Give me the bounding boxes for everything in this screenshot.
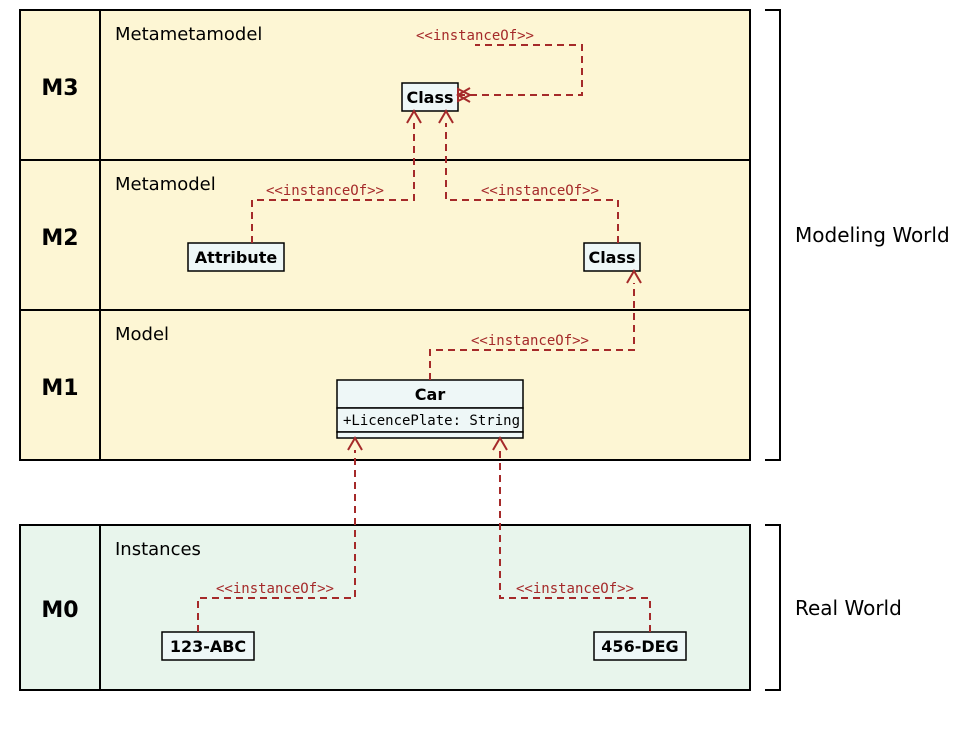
- stereo-m3-self: <<instanceOf>>: [416, 28, 534, 44]
- stereo-car: <<instanceOf>>: [471, 333, 589, 349]
- bracket-real: [765, 525, 780, 690]
- bracket-modeling: [765, 10, 780, 460]
- stereo-inst2: <<instanceOf>>: [516, 581, 634, 597]
- m2-attribute-box: Attribute: [188, 243, 284, 271]
- diagram-root: M3 Metametamodel Class <<instanceOf>> M2…: [0, 0, 954, 729]
- m0-instance-2-label: 456-DEG: [601, 637, 678, 656]
- layer-m1-title: Model: [115, 324, 169, 345]
- label-modeling-world: Modeling World: [795, 223, 950, 247]
- stereo-inst1: <<instanceOf>>: [216, 581, 334, 597]
- m2-class-box: Class: [584, 243, 640, 271]
- layer-m0-id: M0: [41, 598, 78, 623]
- layer-m1-id: M1: [41, 376, 78, 401]
- m3-class-box: Class: [402, 83, 458, 111]
- m3-class-label: Class: [406, 88, 453, 107]
- layer-m3-title: Metametamodel: [115, 24, 262, 45]
- m1-car-box: Car +LicencePlate: String: [337, 380, 523, 438]
- m2-class-label: Class: [588, 248, 635, 267]
- m0-instance-1-box: 123-ABC: [162, 632, 254, 660]
- m1-car-attr: +LicencePlate: String: [343, 413, 520, 429]
- brackets: Modeling World Real World: [765, 10, 950, 690]
- stereo-attribute: <<instanceOf>>: [266, 183, 384, 199]
- m0-instance-2-box: 456-DEG: [594, 632, 686, 660]
- layer-m3-id: M3: [41, 76, 78, 101]
- stereo-m2class: <<instanceOf>>: [481, 183, 599, 199]
- layer-m2-id: M2: [41, 226, 78, 251]
- real-world-block: M0 Instances 123-ABC 456-DEG <<instanceO…: [20, 438, 750, 690]
- label-real-world: Real World: [795, 596, 902, 620]
- m0-instance-1-label: 123-ABC: [170, 637, 246, 656]
- layer-m2-title: Metamodel: [115, 174, 216, 195]
- m2-attribute-label: Attribute: [195, 248, 278, 267]
- layer-m0-title: Instances: [115, 539, 201, 560]
- modeling-world-block: M3 Metametamodel Class <<instanceOf>> M2…: [20, 10, 750, 460]
- m1-car-label: Car: [415, 385, 446, 404]
